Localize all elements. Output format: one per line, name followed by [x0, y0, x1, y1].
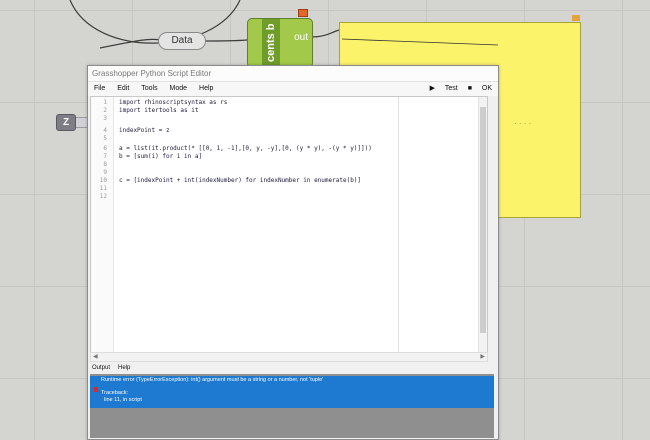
output-tabs: Output Help — [90, 363, 490, 373]
menu-tools[interactable]: Tools — [141, 82, 157, 96]
tab-help[interactable]: Help — [118, 365, 130, 371]
scroll-right-icon[interactable]: ▶ — [480, 353, 485, 361]
test-button[interactable]: ▶ Test — [430, 85, 458, 92]
panel-ellipsis: · · · · — [514, 119, 532, 128]
margin-guide — [398, 97, 399, 353]
scrollbar-thumb[interactable] — [480, 107, 486, 333]
window-title: Grasshopper Python Script Editor — [88, 66, 498, 82]
code-line: 12 — [99, 193, 107, 200]
error-text: Runtime error (TypeErrorException): int(… — [101, 377, 324, 403]
z-parameter[interactable]: Z — [56, 114, 76, 131]
code-line: 2 import itertools as it — [103, 107, 199, 114]
tab-output[interactable]: Output — [92, 365, 110, 371]
warning-flag-icon — [298, 9, 308, 17]
menu-mode[interactable]: Mode — [170, 82, 188, 96]
code-line: 10 c = [indexPoint + int(indexNumber) for… — [99, 177, 362, 184]
scroll-left-icon[interactable]: ◀ — [93, 353, 98, 361]
output-port[interactable]: out — [294, 32, 308, 43]
menu-bar: File Edit Tools Mode Help ▶ Test ■ OK — [88, 82, 498, 96]
menu-help[interactable]: Help — [199, 82, 213, 96]
ok-button[interactable]: ■ OK — [468, 85, 492, 92]
code-line: 9 — [103, 169, 107, 176]
horizontal-scrollbar[interactable]: ◀ ▶ — [90, 352, 488, 362]
menu-file[interactable]: File — [94, 82, 105, 96]
code-line: 5 — [103, 135, 107, 142]
component-title: cents b — [262, 19, 280, 67]
vertical-scrollbar[interactable] — [478, 97, 487, 353]
code-line: 8 — [103, 161, 107, 168]
code-line: 11 — [99, 185, 107, 192]
ok-label: OK — [481, 85, 492, 92]
code-line: 4 indexPoint = z — [103, 127, 170, 134]
output-console[interactable]: Runtime error (TypeErrorException): int(… — [90, 374, 494, 438]
error-icon — [94, 387, 98, 392]
python-component[interactable]: cents b out — [247, 9, 313, 68]
menu-edit[interactable]: Edit — [117, 82, 129, 96]
code-line: 7b = [sum(i) for i in a] — [103, 153, 203, 160]
code-line: 1 import rhinoscriptsyntax as rs — [103, 99, 228, 106]
code-line: 6a = list(it.product(* [[0, 1, -1],[0, y… — [103, 145, 372, 152]
code-line: 3 — [103, 115, 107, 122]
test-label: Test — [444, 85, 458, 92]
code-editor[interactable]: 1 import rhinoscriptsyntax as rs 2 import … — [90, 96, 488, 354]
python-script-editor-window[interactable]: Grasshopper Python Script Editor File Ed… — [87, 65, 499, 440]
panel-line-icon — [341, 38, 499, 46]
data-parameter[interactable]: Data — [158, 32, 206, 50]
panel-flag-icon — [572, 15, 580, 21]
error-message[interactable]: Runtime error (TypeErrorException): int(… — [90, 376, 494, 408]
